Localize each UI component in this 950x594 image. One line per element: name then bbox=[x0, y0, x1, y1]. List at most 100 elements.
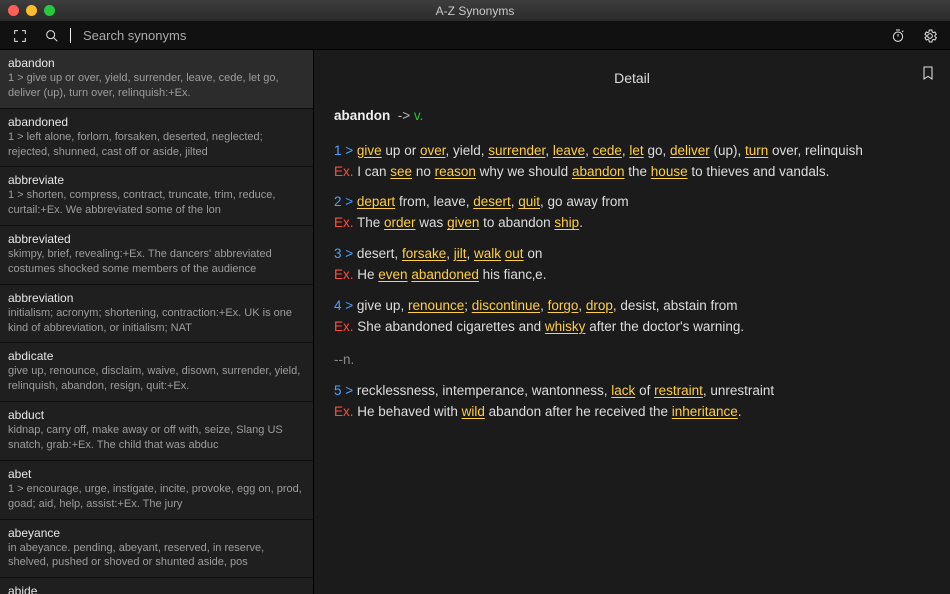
sidebar-list[interactable]: abandon1 > give up or over, yield, surre… bbox=[0, 50, 314, 594]
synonym-link[interactable]: over bbox=[420, 143, 446, 158]
synonym-link[interactable]: reason bbox=[435, 164, 476, 179]
synonym-link[interactable]: drop bbox=[586, 298, 613, 313]
sense-number: 1 > bbox=[334, 143, 357, 158]
synonym-link[interactable]: abandon bbox=[572, 164, 625, 179]
settings-button[interactable] bbox=[920, 26, 940, 46]
entry-term: abdicate bbox=[8, 349, 305, 363]
entry-term: abbreviated bbox=[8, 232, 305, 246]
synonym-link[interactable]: quit bbox=[518, 194, 540, 209]
entry-term: abbreviation bbox=[8, 291, 305, 305]
sense-number: 3 > bbox=[334, 246, 357, 261]
entry-term: abet bbox=[8, 467, 305, 481]
example-label: Ex. bbox=[334, 215, 357, 230]
sense-line: 2 > depart from, leave, desert, quit, go… bbox=[334, 192, 894, 213]
sidebar-entry[interactable]: abdicategive up, renounce, disclaim, wai… bbox=[0, 343, 313, 402]
entry-term: abbreviate bbox=[8, 173, 305, 187]
synonym-link[interactable]: see bbox=[390, 164, 412, 179]
entry-definition: kidnap, carry off, make away or off with… bbox=[8, 423, 305, 453]
entry-definition: initialism; acronym; shortening, contrac… bbox=[8, 306, 305, 336]
sense-block: 2 > depart from, leave, desert, quit, go… bbox=[334, 192, 894, 234]
synonym-link[interactable]: whisky bbox=[545, 319, 586, 334]
synonym-link[interactable]: lack bbox=[611, 383, 635, 398]
synonym-link[interactable]: ship bbox=[554, 215, 579, 230]
sense-block: 4 > give up, renounce; discontinue, forg… bbox=[334, 296, 894, 338]
example-label: Ex. bbox=[334, 319, 357, 334]
fullscreen-button[interactable] bbox=[10, 26, 30, 46]
example-line: Ex. She abandoned cigarettes and whisky … bbox=[334, 317, 894, 338]
synonym-link[interactable]: discontinue bbox=[472, 298, 540, 313]
example-line: Ex. I can see no reason why we should ab… bbox=[334, 162, 894, 183]
example-label: Ex. bbox=[334, 164, 357, 179]
sidebar-entry[interactable]: abandon1 > give up or over, yield, surre… bbox=[0, 50, 313, 109]
sidebar-entry[interactable]: abet1 > encourage, urge, instigate, inci… bbox=[0, 461, 313, 520]
timer-button[interactable] bbox=[888, 26, 908, 46]
entry-definition: 1 > encourage, urge, instigate, incite, … bbox=[8, 482, 305, 512]
toolbar bbox=[0, 22, 950, 50]
sense-line: 3 > desert, forsake, jilt, walk out on bbox=[334, 244, 894, 265]
synonym-link[interactable]: wild bbox=[462, 404, 485, 419]
bookmark-button[interactable] bbox=[920, 64, 936, 89]
sidebar-entry[interactable]: abbreviatedskimpy, brief, revealing:+Ex.… bbox=[0, 226, 313, 285]
entry-definition: 1 > shorten, compress, contract, truncat… bbox=[8, 188, 305, 218]
sidebar-entry[interactable]: abductkidnap, carry off, make away or of… bbox=[0, 402, 313, 461]
synonym-link[interactable]: surrender bbox=[488, 143, 545, 158]
synonym-link[interactable]: house bbox=[651, 164, 688, 179]
text-cursor bbox=[70, 28, 71, 43]
entry-definition: skimpy, brief, revealing:+Ex. The dancer… bbox=[8, 247, 305, 277]
sense-line: 4 > give up, renounce; discontinue, forg… bbox=[334, 296, 894, 317]
entry-term: abduct bbox=[8, 408, 305, 422]
detail-panel: Detail abandon -> v. 1 > give up or over… bbox=[314, 50, 950, 594]
search-icon bbox=[42, 26, 62, 46]
entry-definition: 1 > left alone, forlorn, forsaken, deser… bbox=[8, 130, 305, 160]
synonym-link[interactable]: restraint bbox=[654, 383, 703, 398]
window-titlebar: A-Z Synonyms bbox=[0, 0, 950, 22]
search-input[interactable] bbox=[83, 28, 303, 43]
senses-block: 1 > give up or over, yield, surrender, l… bbox=[334, 141, 894, 423]
sense-line: 1 > give up or over, yield, surrender, l… bbox=[334, 141, 894, 162]
sense-block: 5 > recklessness, intemperance, wantonne… bbox=[334, 381, 894, 423]
headword-line: abandon -> v. bbox=[334, 106, 930, 127]
noun-heading: --n. bbox=[334, 350, 894, 371]
sidebar-entry[interactable]: abbreviate1 > shorten, compress, contrac… bbox=[0, 167, 313, 226]
synonym-link[interactable]: given bbox=[447, 215, 479, 230]
synonym-link[interactable]: desert bbox=[473, 194, 511, 209]
sidebar-entry[interactable]: abbreviationinitialism; acronym; shorten… bbox=[0, 285, 313, 344]
sidebar-entry[interactable]: abandoned1 > left alone, forlorn, forsak… bbox=[0, 109, 313, 168]
entry-term: abandon bbox=[8, 56, 305, 70]
synonym-link[interactable]: deliver bbox=[670, 143, 710, 158]
synonym-link[interactable]: forgo bbox=[548, 298, 579, 313]
entry-term: abandoned bbox=[8, 115, 305, 129]
synonym-link[interactable]: renounce bbox=[408, 298, 464, 313]
headword: abandon bbox=[334, 108, 390, 123]
synonym-link[interactable]: out bbox=[505, 246, 524, 261]
synonym-link[interactable]: jilt bbox=[454, 246, 467, 261]
pos-arrow: -> bbox=[398, 108, 410, 123]
synonym-link[interactable]: walk bbox=[474, 246, 501, 261]
synonym-link[interactable]: forsake bbox=[402, 246, 446, 261]
synonym-link[interactable]: order bbox=[384, 215, 416, 230]
synonym-link[interactable]: abandoned bbox=[411, 267, 479, 282]
example-line: Ex. He even abandoned his fianc‚e. bbox=[334, 265, 894, 286]
entry-definition: in abeyance. pending, abeyant, reserved,… bbox=[8, 541, 305, 571]
sense-line: 5 > recklessness, intemperance, wantonne… bbox=[334, 381, 894, 402]
example-label: Ex. bbox=[334, 404, 357, 419]
part-of-speech: v. bbox=[414, 108, 424, 123]
entry-definition: 1 > give up or over, yield, surrender, l… bbox=[8, 71, 305, 101]
entry-definition: give up, renounce, disclaim, waive, diso… bbox=[8, 364, 305, 394]
synonym-link[interactable]: give bbox=[357, 143, 382, 158]
synonym-link[interactable]: turn bbox=[745, 143, 768, 158]
sense-block: 3 > desert, forsake, jilt, walk out onEx… bbox=[334, 244, 894, 286]
sense-number: 4 > bbox=[334, 298, 357, 313]
synonym-link[interactable]: inheritance bbox=[672, 404, 738, 419]
synonym-link[interactable]: let bbox=[629, 143, 643, 158]
entry-term: abeyance bbox=[8, 526, 305, 540]
synonym-link[interactable]: leave bbox=[553, 143, 585, 158]
sense-number: 2 > bbox=[334, 194, 357, 209]
detail-header: Detail bbox=[334, 68, 930, 90]
synonym-link[interactable]: even bbox=[378, 267, 407, 282]
sense-block: 1 > give up or over, yield, surrender, l… bbox=[334, 141, 894, 183]
synonym-link[interactable]: cede bbox=[593, 143, 622, 158]
sidebar-entry[interactable]: abide1 > stand, endure, suffer, submit t… bbox=[0, 578, 313, 594]
sidebar-entry[interactable]: abeyancein abeyance. pending, abeyant, r… bbox=[0, 520, 313, 579]
synonym-link[interactable]: depart bbox=[357, 194, 395, 209]
